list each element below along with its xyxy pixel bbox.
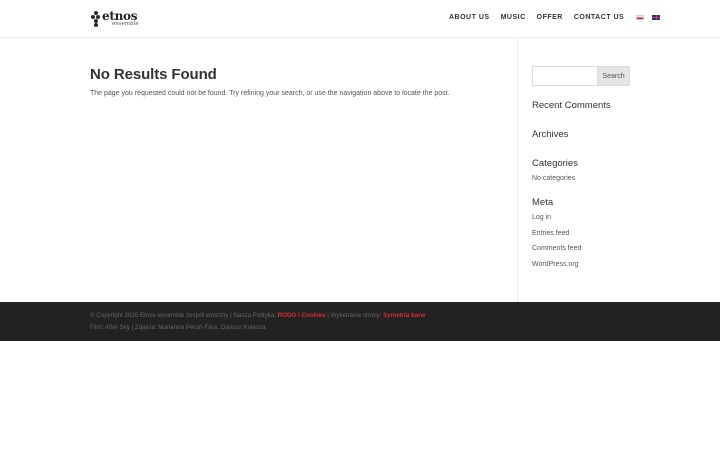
footer-copyright: © Copyright 2020 Etnos ensemble zespół e… (90, 312, 425, 319)
categories-title: Categories (532, 158, 578, 169)
archives-title: Archives (532, 129, 569, 140)
meta-title: Meta (532, 197, 554, 208)
sidebar-divider (517, 38, 518, 302)
site-header: etnos ensemble ABOUT US MUSIC OFFER CONT… (0, 0, 720, 38)
flag-en-icon[interactable] (652, 15, 661, 20)
meta-link-entries-feed[interactable]: Entries feed (532, 230, 632, 246)
footer-link-symetria[interactable]: Symetria barw (383, 312, 425, 319)
meta-link-comments-feed[interactable]: Comments feed (532, 245, 632, 261)
main-content: No Results Found The page you requested … (90, 66, 510, 97)
meta-link-wordpress-org[interactable]: WordPress.org (532, 261, 632, 277)
search-form: Search (532, 66, 632, 86)
logo-sub: ensemble (112, 21, 139, 28)
footer-copyright-text: © Copyright 2020 Etnos ensemble zespół e… (90, 312, 278, 319)
site-footer: © Copyright 2020 Etnos ensemble zespół e… (0, 302, 720, 341)
search-input[interactable] (532, 66, 598, 86)
main-nav: ABOUT US MUSIC OFFER CONTACT US (449, 14, 667, 21)
page-title: No Results Found (90, 66, 217, 83)
flag-pl-icon[interactable] (636, 15, 645, 20)
no-categories-text: No categories (532, 175, 576, 182)
sidebar: Search Recent Comments Archives Categori… (532, 66, 632, 276)
footer-credit-text: | Wykonanie strony: (325, 312, 384, 319)
nav-offer[interactable]: OFFER (537, 14, 563, 21)
meta-list: Log in Entries feed Comments feed WordPr… (532, 214, 632, 276)
nav-music[interactable]: MUSIC (501, 14, 526, 21)
not-found-message: The page you requested could not be foun… (90, 90, 450, 97)
logo-icon (91, 11, 100, 27)
nav-contact-us[interactable]: CONTACT US (574, 14, 624, 21)
site-logo[interactable]: etnos ensemble (91, 10, 141, 28)
recent-comments-title: Recent Comments (532, 100, 611, 111)
nav-about-us[interactable]: ABOUT US (449, 14, 490, 21)
footer-link-rodo[interactable]: RODO i Cookies (278, 312, 326, 319)
meta-link-log-in[interactable]: Log in (532, 214, 632, 230)
search-button[interactable]: Search (598, 66, 630, 86)
footer-credits: Film: After Sky | Zdjęcia: Marianna Peru… (90, 324, 266, 331)
